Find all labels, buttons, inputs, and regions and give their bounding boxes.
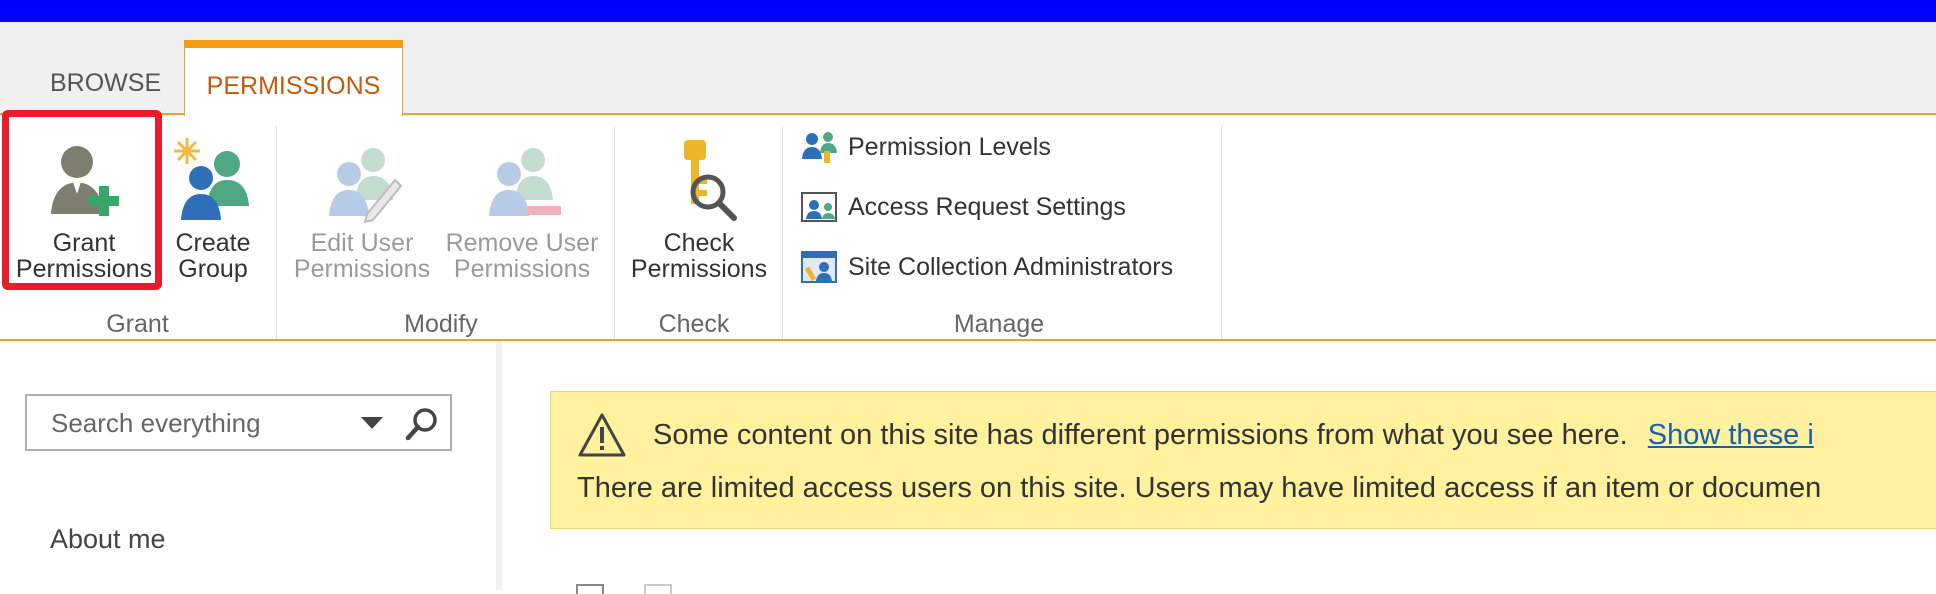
access-request-settings-icon bbox=[801, 192, 837, 222]
create-group-button[interactable]: Create Group bbox=[168, 130, 258, 282]
site-collection-administrators-button[interactable]: Site Collection Administrators bbox=[800, 249, 1173, 285]
search-box[interactable] bbox=[25, 394, 452, 451]
remove-user-permissions-label-2: Permissions bbox=[453, 255, 591, 283]
search-input[interactable] bbox=[51, 406, 351, 440]
selection-highlight bbox=[2, 110, 162, 290]
check-permissions-label-1: Check bbox=[663, 229, 735, 257]
edit-user-permissions-icon bbox=[329, 148, 403, 224]
permission-levels-button[interactable]: Permission Levels bbox=[800, 129, 1051, 165]
site-collection-administrators-icon bbox=[801, 251, 837, 283]
create-group-label-1: Create bbox=[175, 229, 251, 257]
group-label-manage: Manage bbox=[953, 310, 1045, 338]
create-group-label-2: Group bbox=[178, 255, 248, 283]
remove-user-permissions-label-1: Remove User bbox=[445, 229, 599, 257]
group-separator bbox=[614, 126, 615, 339]
notice-line-2: There are limited access users on this s… bbox=[577, 472, 1822, 504]
notice-line-1: Some content on this site has different … bbox=[653, 419, 1814, 452]
edit-user-permissions-label-2: Permissions bbox=[293, 255, 431, 283]
ribbon-tab-strip: BROWSE PERMISSIONS bbox=[0, 22, 1936, 116]
check-permissions-button[interactable]: Check Permissions bbox=[626, 130, 772, 282]
nav-about-me[interactable]: About me bbox=[50, 524, 166, 555]
tab-permissions[interactable]: PERMISSIONS bbox=[184, 40, 403, 116]
select-all-checkbox[interactable] bbox=[576, 584, 604, 594]
remove-user-permissions-button[interactable]: Remove User Permissions bbox=[440, 130, 604, 282]
group-label-check: Check bbox=[658, 310, 730, 338]
tab-browse[interactable]: BROWSE bbox=[50, 71, 161, 96]
show-these-items-link[interactable]: Show these i bbox=[1648, 419, 1814, 451]
access-request-settings-button[interactable]: Access Request Settings bbox=[800, 189, 1126, 225]
check-permissions-label-2: Permissions bbox=[630, 255, 768, 283]
search-scope-dropdown-icon[interactable] bbox=[360, 416, 384, 430]
access-request-settings-label: Access Request Settings bbox=[848, 192, 1126, 221]
permission-levels-label: Permission Levels bbox=[848, 132, 1051, 161]
group-label-modify: Modify bbox=[404, 310, 478, 338]
group-separator bbox=[276, 126, 277, 339]
permission-levels-icon bbox=[802, 132, 837, 163]
edit-user-permissions-label-1: Edit User bbox=[310, 229, 414, 257]
search-icon[interactable] bbox=[405, 406, 441, 442]
remove-user-permissions-icon bbox=[489, 148, 561, 216]
notice-line-1-text: Some content on this site has different … bbox=[653, 419, 1628, 451]
column-checkbox[interactable] bbox=[644, 584, 672, 594]
content-divider bbox=[496, 341, 502, 590]
create-group-icon bbox=[174, 138, 249, 220]
check-permissions-icon bbox=[684, 140, 737, 221]
group-separator bbox=[782, 126, 783, 339]
site-collection-administrators-label: Site Collection Administrators bbox=[848, 252, 1174, 281]
group-separator bbox=[1221, 126, 1222, 339]
warning-icon bbox=[578, 413, 626, 457]
group-label-grant: Grant bbox=[106, 310, 169, 338]
top-bar bbox=[0, 0, 1936, 22]
permissions-notice: Some content on this site has different … bbox=[550, 391, 1936, 529]
edit-user-permissions-button[interactable]: Edit User Permissions bbox=[290, 130, 434, 282]
